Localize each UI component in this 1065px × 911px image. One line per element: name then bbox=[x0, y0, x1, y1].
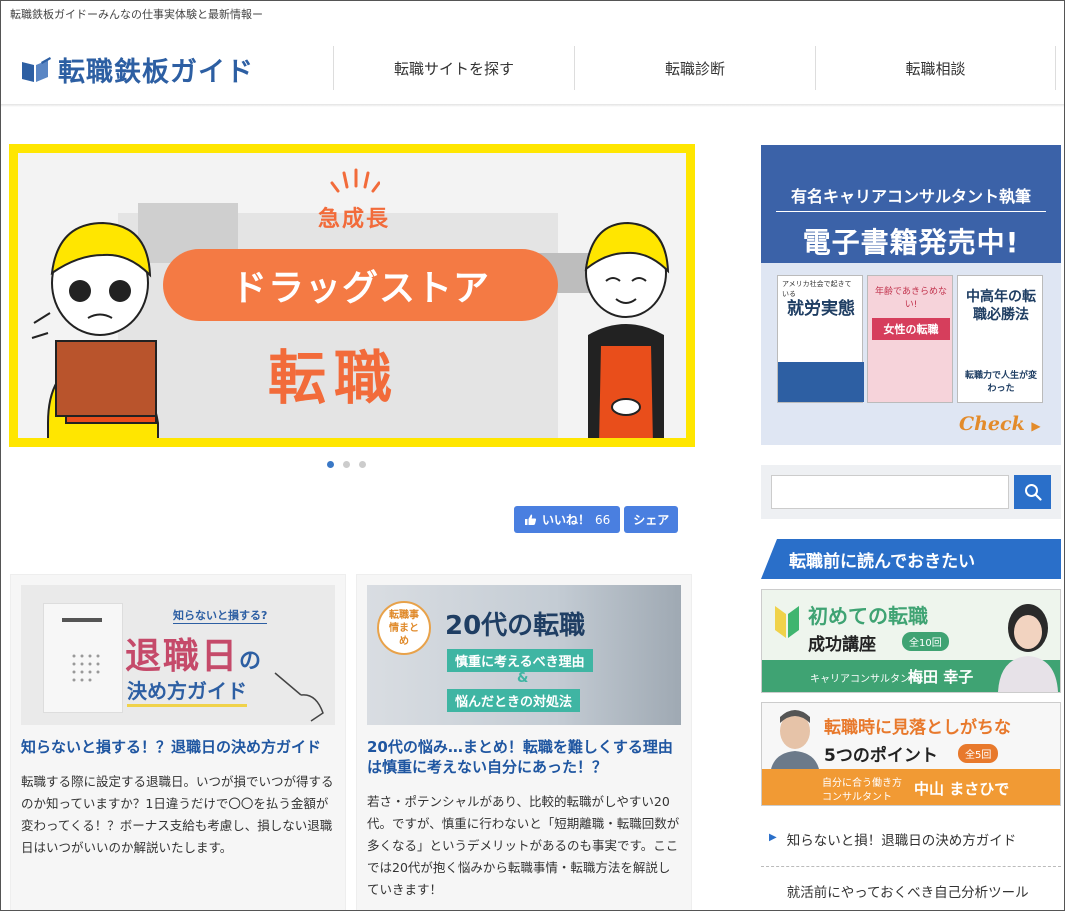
article-excerpt: 転職する際に設定する退職日。いつが損でいつが得するのか知っていますか？1日違うだ… bbox=[21, 774, 334, 855]
course-footer bbox=[762, 769, 1060, 805]
ebook-caption: 年齢であきらめない! bbox=[875, 287, 947, 310]
thumb-title: 20代の転職 bbox=[445, 611, 586, 641]
consultant-portrait bbox=[998, 604, 1058, 692]
thumb-title-a: 退職日 bbox=[125, 636, 240, 677]
consultant-portrait bbox=[770, 710, 820, 775]
thumb-line-2: 悩んだときの対処法 bbox=[447, 689, 581, 712]
ebook-title: 就労実態 bbox=[787, 299, 855, 319]
sidebar-link[interactable]: ▶ 就活前にやっておくべき自己分析ツール bbox=[761, 867, 1061, 911]
ebook-cover-1: アメリカ社会で起きている 就労実態 bbox=[777, 275, 864, 403]
ebook-cover-2: 年齢であきらめない! 女性の転職 bbox=[867, 275, 953, 403]
hero-slide: 急成長 ドラッグストア 転職 bbox=[18, 153, 686, 438]
slider-dot-2[interactable] bbox=[343, 461, 350, 468]
slider-dot-3[interactable] bbox=[359, 461, 366, 468]
course-title: 初めての転職 bbox=[808, 604, 928, 628]
course-badge: 全5回 bbox=[958, 744, 999, 763]
nav-find-sites[interactable]: 転職サイトを探す bbox=[333, 46, 574, 90]
article-excerpt: 若さ・ポテンシャルがあり、比較的転職がしやすい20代。ですが、慎重に行わないと「… bbox=[367, 794, 680, 897]
article-title[interactable]: 知らないと損する！？退職日の決め方ガイド bbox=[21, 737, 335, 757]
hero-subtitle: 急成長 bbox=[318, 207, 391, 232]
thumb-title: 退職日の bbox=[125, 627, 263, 679]
slider-dot-1[interactable] bbox=[327, 461, 334, 468]
like-label: いいね！ bbox=[542, 513, 591, 527]
article-card[interactable]: 転職事情まとめ 20代の転職 慎重に考えるべき理由 & 悩んだときの対処法 20… bbox=[356, 574, 692, 911]
course-role: コンサルタント bbox=[822, 792, 892, 803]
ebook-banner-line1: 有名キャリアコンサルタント執筆 bbox=[790, 187, 1031, 206]
course-title: 転職時に見落としがちな bbox=[824, 718, 1011, 738]
course-subtitle: 成功講座 bbox=[808, 635, 876, 655]
check-link[interactable]: Check ▶ bbox=[959, 413, 1041, 435]
thumbs-up-icon bbox=[525, 514, 537, 525]
course-banner-1[interactable]: 初めての転職 成功講座 全10回 キャリアコンサルタント 梅田 幸子 bbox=[761, 589, 1061, 693]
search-input[interactable] bbox=[771, 475, 1009, 509]
course-badge: 全10回 bbox=[902, 632, 949, 651]
social-buttons: いいね！ 66 シェア bbox=[514, 506, 679, 533]
pen-hand-icon bbox=[274, 672, 324, 722]
thumb-small-label: 知らないと損する? bbox=[173, 609, 268, 624]
course-person: 中山 まさひで bbox=[914, 780, 1010, 798]
sidebar-heading: 転職前に読んでおきたい bbox=[761, 539, 1061, 579]
facebook-share-button[interactable]: シェア bbox=[624, 506, 679, 533]
check-label: Check bbox=[959, 413, 1025, 435]
site-tagline: 転職鉄板ガイドーみんなの仕事実体験と最新情報ー bbox=[10, 8, 263, 21]
hero-word: 転職 bbox=[268, 344, 401, 412]
course-subtitle: 5つのポイント bbox=[824, 746, 938, 766]
calendar-illustration bbox=[43, 603, 123, 713]
logo-text: 転職鉄板ガイド bbox=[58, 57, 254, 88]
calendar-grid-icon bbox=[62, 618, 102, 682]
article-thumbnail: 転職事情まとめ 20代の転職 慎重に考えるべき理由 & 悩んだときの対処法 bbox=[367, 585, 681, 725]
hero-slider[interactable]: 急成長 ドラッグストア 転職 bbox=[9, 144, 695, 447]
search-icon bbox=[1024, 484, 1042, 501]
ebook-banner-rule bbox=[776, 211, 1046, 212]
sidebar-link-label: 就活前にやっておくべき自己分析ツール bbox=[786, 885, 1029, 901]
sidebar-link[interactable]: ▶ 知らないと損！退職日の決め方ガイド bbox=[761, 815, 1061, 867]
course-banner-2[interactable]: 転職時に見落としがちな 5つのポイント 全5回 自分に合う働き方 コンサルタント… bbox=[761, 702, 1061, 806]
worker-left-illustration bbox=[31, 221, 159, 438]
site-logo[interactable]: 転職鉄板ガイド bbox=[20, 50, 254, 89]
emphasis-burst-icon bbox=[330, 168, 380, 193]
search-button[interactable] bbox=[1014, 475, 1051, 509]
header-divider bbox=[0, 104, 1065, 107]
search-widget bbox=[761, 465, 1061, 519]
course-role: 自分に合う働き方 bbox=[822, 778, 902, 789]
like-count: 66 bbox=[595, 512, 611, 527]
thumb-subtitle: 決め方ガイド bbox=[127, 675, 247, 707]
slider-pagination bbox=[327, 461, 366, 468]
course-role: キャリアコンサルタント bbox=[810, 674, 920, 685]
thumb-badge: 転職事情まとめ bbox=[377, 601, 431, 655]
main-nav: 転職サイトを探す 転職診断 転職相談 bbox=[333, 46, 1056, 90]
thumb-amp: & bbox=[517, 671, 529, 686]
sidebar-link-list: ▶ 知らないと損！退職日の決め方ガイド ▶ 就活前にやっておくべき自己分析ツール bbox=[761, 815, 1061, 911]
book-logo-icon bbox=[22, 56, 51, 82]
ebook-banner[interactable]: 有名キャリアコンサルタント執筆 電子書籍発売中! アメリカ社会で起きている 就労… bbox=[761, 145, 1061, 445]
nav-consultation[interactable]: 転職相談 bbox=[815, 46, 1056, 90]
beginner-mark-icon bbox=[775, 606, 799, 638]
ebook-banner-line2: 電子書籍発売中! bbox=[802, 226, 1020, 259]
sidebar-link-label: 知らないと損！退職日の決め方ガイド bbox=[786, 833, 1017, 849]
nav-diagnosis[interactable]: 転職診断 bbox=[574, 46, 815, 90]
check-arrow-icon: ▶ bbox=[1031, 419, 1041, 433]
worker-right-illustration bbox=[584, 221, 670, 438]
article-card[interactable]: 知らないと損する? 退職日の 決め方ガイド 知らないと損する！？退職日の決め方ガ… bbox=[10, 574, 346, 911]
course-person: 梅田 幸子 bbox=[908, 668, 974, 686]
article-thumbnail: 知らないと損する? 退職日の 決め方ガイド bbox=[21, 585, 335, 725]
ebook-title: 女性の転職 bbox=[872, 318, 950, 340]
thumb-title-b: の bbox=[239, 649, 264, 674]
ebook-caption: 転職力で人生が変わった bbox=[964, 371, 1037, 394]
ebook-flag bbox=[778, 362, 864, 402]
triangle-right-icon: ▶ bbox=[769, 832, 777, 843]
ebook-cover-3: 中高年の転職必勝法 転職力で人生が変わった bbox=[957, 275, 1043, 403]
thumb-line-1: 慎重に考えるべき理由 bbox=[447, 649, 593, 672]
article-title[interactable]: 20代の悩み…まとめ！転職を難しくする理由は慎重に考えない自分にあった！？ bbox=[367, 737, 681, 777]
ebook-title: 中高年の転職必勝法 bbox=[966, 289, 1036, 323]
facebook-like-button[interactable]: いいね！ 66 bbox=[514, 506, 621, 533]
hero-main-title: ドラッグストア bbox=[163, 249, 558, 321]
